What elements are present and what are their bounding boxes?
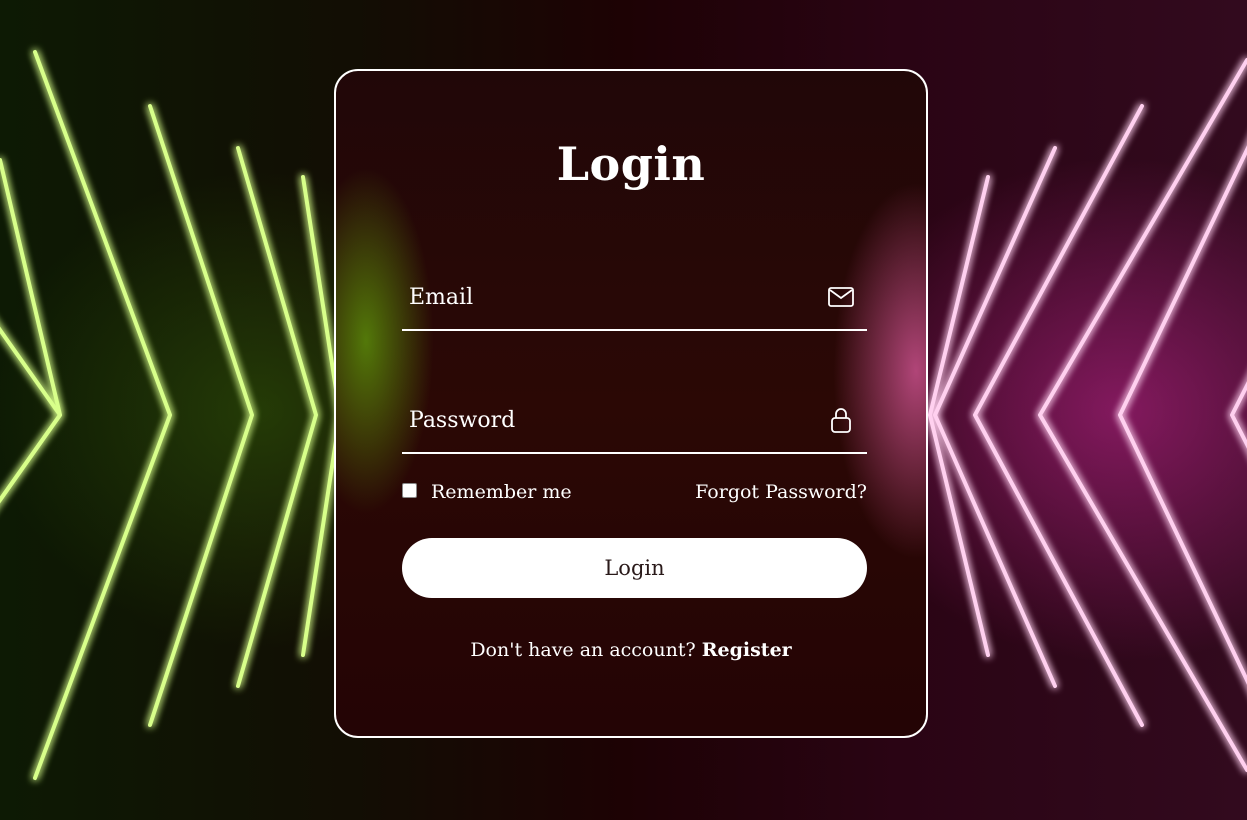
remember-me-checkbox[interactable] <box>402 482 417 498</box>
login-button[interactable]: Login <box>402 538 867 598</box>
register-prompt-row: Don't have an account? Register <box>336 639 926 661</box>
password-field[interactable] <box>402 390 812 450</box>
password-field-wrapper <box>402 390 867 454</box>
login-page: Login Remember me <box>0 0 1247 820</box>
lock-icon <box>827 406 855 434</box>
remember-me-label: Remember me <box>431 481 572 503</box>
register-link[interactable]: Register <box>702 639 792 661</box>
login-title: Login <box>556 137 706 191</box>
email-field[interactable] <box>402 267 812 327</box>
login-card: Login Remember me <box>334 69 928 738</box>
login-options-row: Remember me Forgot Password? <box>402 481 867 511</box>
email-field-wrapper <box>402 267 867 331</box>
remember-me[interactable]: Remember me <box>402 481 572 503</box>
register-prompt-text: Don't have an account? <box>470 639 696 661</box>
envelope-icon <box>827 283 855 311</box>
forgot-password-link[interactable]: Forgot Password? <box>695 481 867 503</box>
